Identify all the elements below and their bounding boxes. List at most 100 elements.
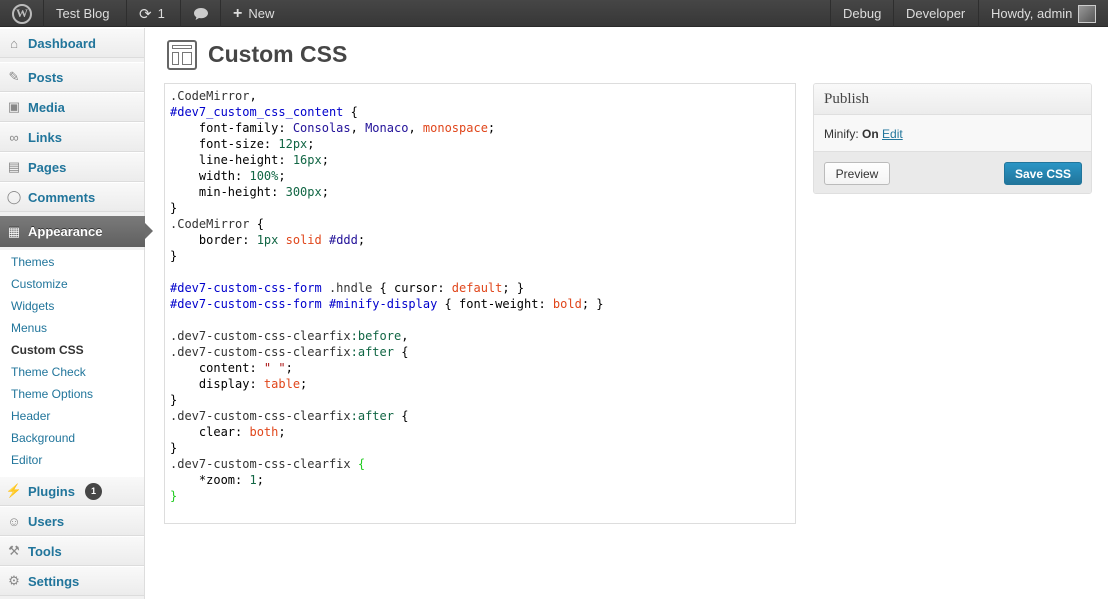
menu-tools[interactable]: ⚒ Tools bbox=[0, 536, 144, 566]
code-line: } bbox=[170, 249, 178, 263]
submenu-menus[interactable]: Menus bbox=[11, 319, 47, 337]
code-line: width: 100%; bbox=[170, 169, 286, 183]
admin-bar: W Test Blog ⟳ 1 + New Debug Developer Ho… bbox=[0, 0, 1108, 27]
divider bbox=[893, 0, 894, 27]
avatar bbox=[1078, 4, 1097, 23]
submenu-widgets[interactable]: Widgets bbox=[11, 297, 54, 315]
minify-label: Minify: bbox=[824, 127, 859, 141]
link-icon: ∞ bbox=[9, 129, 19, 145]
menu-label: Appearance bbox=[28, 224, 103, 239]
menu-label: Links bbox=[28, 129, 62, 145]
comments-link[interactable] bbox=[183, 0, 219, 27]
submenu-header[interactable]: Header bbox=[11, 407, 50, 425]
menu-dashboard[interactable]: ⌂ Dashboard bbox=[0, 28, 144, 58]
menu-label: Users bbox=[28, 513, 65, 529]
menu-appearance[interactable]: ▦ Appearance bbox=[0, 216, 153, 247]
pushpin-icon: ✎ bbox=[8, 69, 20, 84]
menu-settings[interactable]: ⚙ Settings bbox=[0, 566, 144, 596]
admin-sidebar: ⌂ Dashboard ✎ Posts ▣ Media ∞ Links ▤ Pa… bbox=[0, 28, 153, 599]
new-label: New bbox=[248, 6, 275, 21]
plug-icon: ⚡ bbox=[5, 483, 23, 498]
code-line: display: table; bbox=[170, 377, 308, 391]
submenu-theme-check[interactable]: Theme Check bbox=[11, 363, 86, 381]
menu-label: Tools bbox=[28, 543, 62, 559]
minify-edit-link[interactable]: Edit bbox=[882, 127, 903, 141]
submenu-background[interactable]: Background bbox=[11, 429, 75, 447]
code-line: } bbox=[170, 201, 178, 215]
publish-actions: Preview Save CSS bbox=[814, 151, 1091, 193]
debug-label: Debug bbox=[843, 6, 882, 21]
menu-pages[interactable]: ▤ Pages bbox=[0, 152, 144, 182]
submenu-editor[interactable]: Editor bbox=[11, 451, 42, 469]
users-icon: ☺ bbox=[7, 513, 21, 529]
plus-icon: + bbox=[233, 4, 243, 22]
code-line: .dev7-custom-css-clearfix:before, bbox=[170, 329, 409, 343]
code-line: line-height: 16px; bbox=[170, 153, 329, 167]
publish-box-title: Publish bbox=[814, 84, 1091, 115]
updates-count: 1 bbox=[157, 6, 165, 21]
code-line: *zoom: 1; bbox=[170, 473, 264, 487]
howdy-label: Howdy, admin bbox=[991, 6, 1073, 21]
code-line: font-family: Consolas, Monaco, monospace… bbox=[170, 121, 496, 135]
menu-links[interactable]: ∞ Links bbox=[0, 122, 144, 152]
developer-link[interactable]: Developer bbox=[896, 0, 975, 27]
submenu-theme-options[interactable]: Theme Options bbox=[11, 385, 93, 403]
plugins-update-badge: 1 bbox=[84, 482, 102, 500]
sliders-icon: ⚙ bbox=[8, 573, 20, 588]
publish-box: Publish Minify: On Edit Preview Save CSS bbox=[813, 83, 1092, 194]
code-line: } bbox=[170, 441, 178, 455]
debug-link[interactable]: Debug bbox=[833, 0, 891, 27]
menu-users[interactable]: ☺ Users bbox=[0, 506, 144, 536]
appearance-icon: ▦ bbox=[7, 223, 21, 239]
code-line: .CodeMirror { bbox=[170, 217, 264, 231]
minify-value: On bbox=[862, 127, 879, 141]
menu-comments[interactable]: ◯ Comments bbox=[0, 182, 144, 212]
divider bbox=[830, 0, 831, 27]
code-line: min-height: 300px; bbox=[170, 185, 329, 199]
code-line: content: " "; bbox=[170, 361, 293, 375]
submenu-customize[interactable]: Customize bbox=[11, 275, 68, 293]
menu-label: Pages bbox=[28, 159, 67, 175]
divider bbox=[43, 0, 44, 27]
code-line: #dev7_custom_css_content { bbox=[170, 105, 358, 119]
site-name-link[interactable]: Test Blog bbox=[46, 0, 119, 27]
wrench-icon: ⚒ bbox=[8, 543, 20, 558]
submenu-themes[interactable]: Themes bbox=[11, 253, 54, 271]
menu-media[interactable]: ▣ Media bbox=[0, 92, 144, 122]
comment-bubble-icon bbox=[194, 7, 208, 20]
submenu-custom-css[interactable]: Custom CSS bbox=[11, 341, 84, 359]
menu-plugins[interactable]: ⚡ Plugins 1 bbox=[0, 476, 144, 506]
media-icon: ▣ bbox=[7, 99, 21, 114]
code-line: border: 1px solid #ddd; bbox=[170, 233, 366, 247]
divider bbox=[220, 0, 221, 27]
code-line: .dev7-custom-css-clearfix:after { bbox=[170, 409, 409, 423]
page-title: Custom CSS bbox=[208, 41, 348, 67]
updates-link[interactable]: ⟳ 1 bbox=[129, 0, 175, 27]
preview-button[interactable]: Preview bbox=[824, 162, 890, 185]
code-line: #dev7-custom-css-form #minify-display { … bbox=[170, 297, 604, 311]
save-css-button[interactable]: Save CSS bbox=[1004, 162, 1082, 185]
pages-icon: ▤ bbox=[7, 159, 21, 174]
code-line: #dev7-custom-css-form .hndle { cursor: d… bbox=[170, 281, 525, 295]
comment-icon: ◯ bbox=[6, 189, 22, 204]
menu-label: Plugins bbox=[28, 483, 75, 499]
developer-label: Developer bbox=[906, 6, 966, 21]
appearance-submenu: Themes Customize Widgets Menus Custom CS… bbox=[0, 250, 144, 476]
new-content-link[interactable]: + New bbox=[223, 0, 284, 27]
divider bbox=[180, 0, 181, 27]
menu-label: Posts bbox=[28, 69, 64, 85]
divider bbox=[978, 0, 979, 27]
account-menu[interactable]: Howdy, admin bbox=[981, 0, 1106, 27]
appearance-page-icon bbox=[167, 40, 197, 70]
code-line: } bbox=[170, 393, 178, 407]
wp-logo-menu[interactable]: W bbox=[2, 0, 42, 27]
site-name: Test Blog bbox=[56, 6, 110, 21]
css-code-editor[interactable]: .CodeMirror, #dev7_custom_css_content { … bbox=[164, 83, 796, 524]
code-line: clear: both; bbox=[170, 425, 286, 439]
code-line: .dev7-custom-css-clearfix { bbox=[170, 457, 366, 471]
code-line: .dev7-custom-css-clearfix:after { bbox=[170, 345, 409, 359]
house-icon: ⌂ bbox=[10, 35, 18, 51]
menu-posts[interactable]: ✎ Posts bbox=[0, 62, 144, 92]
menu-label: Media bbox=[28, 99, 65, 115]
menu-label: Settings bbox=[28, 573, 80, 589]
